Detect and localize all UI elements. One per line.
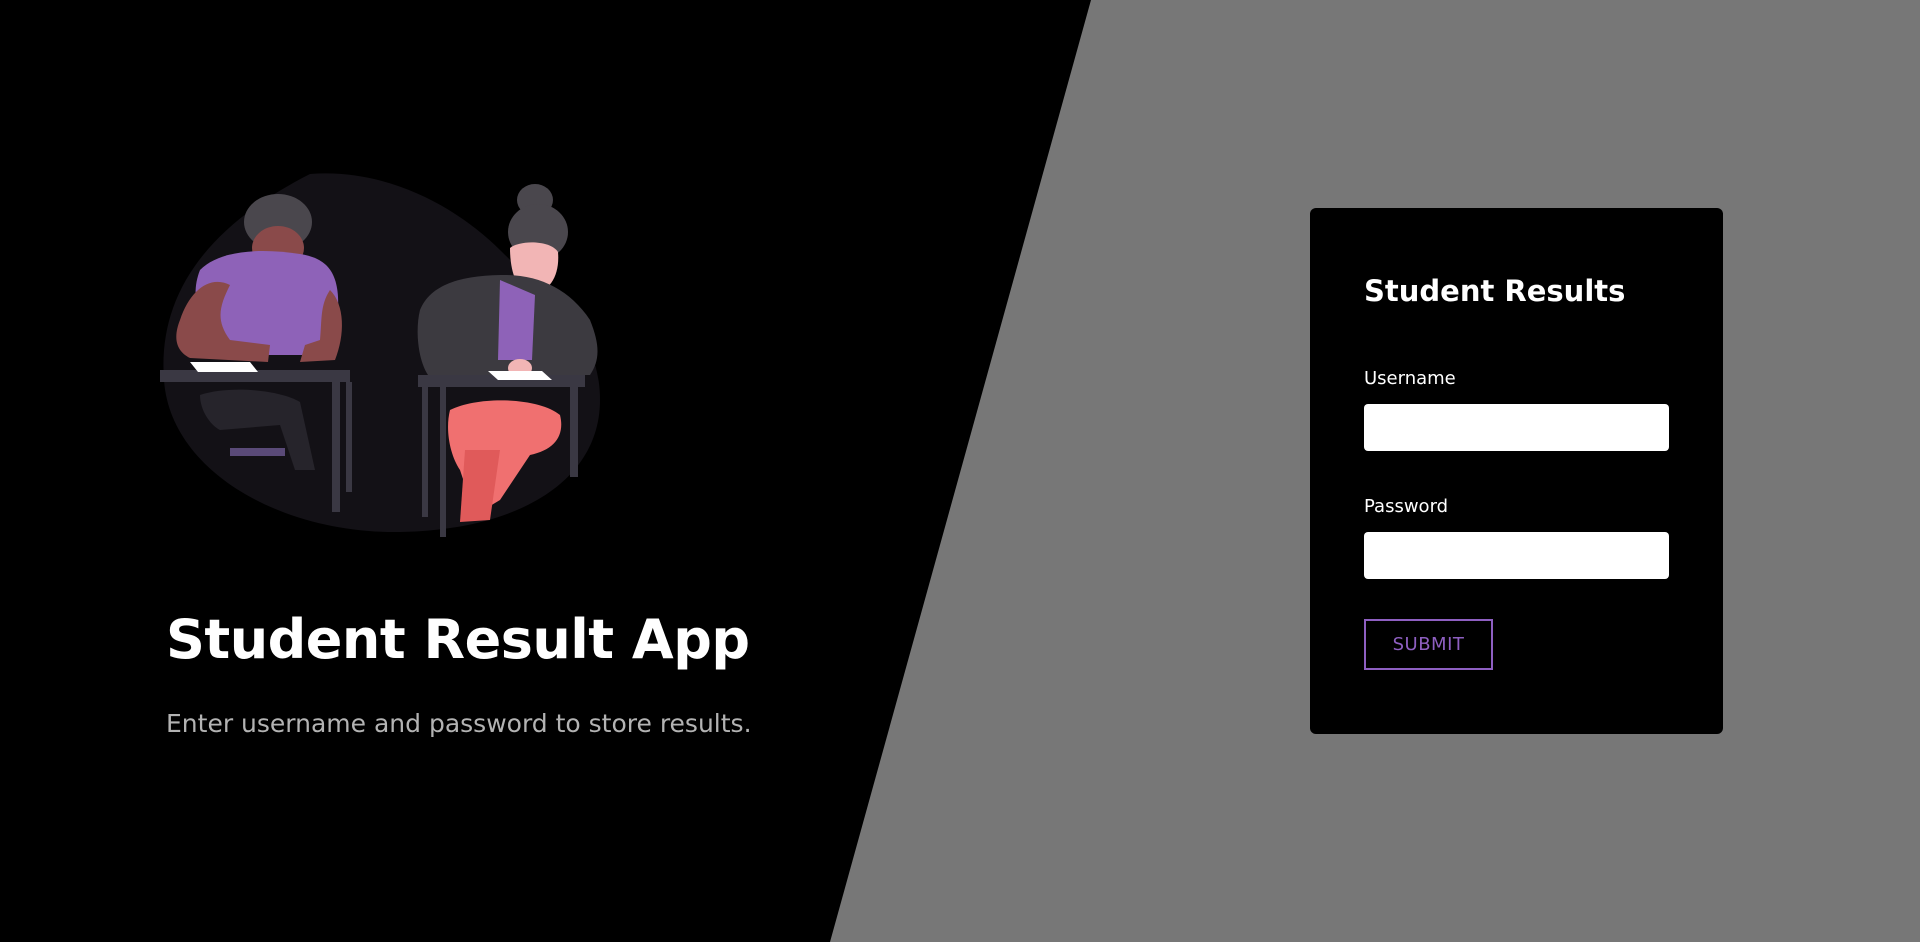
password-label: Password [1364,496,1449,517]
hero-subtitle: Enter username and password to store res… [166,709,752,738]
username-label: Username [1364,368,1456,389]
password-input[interactable] [1364,532,1669,579]
login-card: Student Results Username Password SUBMIT [1310,208,1723,734]
login-page: Student Result App Enter username and pa… [0,0,1920,942]
submit-button[interactable]: SUBMIT [1364,619,1493,670]
username-input[interactable] [1364,404,1669,451]
card-title: Student Results [1364,274,1626,308]
students-taking-exam-illustration [160,173,600,537]
hero-title: Student Result App [166,608,750,671]
